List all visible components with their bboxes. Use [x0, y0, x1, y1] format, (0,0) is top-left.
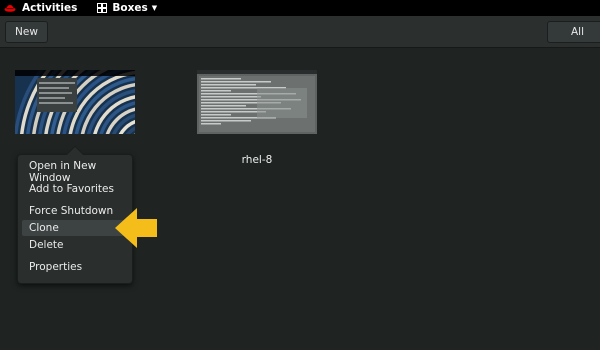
new-button[interactable]: New: [5, 21, 48, 43]
terminal-screenshot: [197, 70, 317, 134]
boxes-grid: rhel-8 Open in New Window Add to Favorit…: [0, 49, 600, 350]
chevron-down-icon: ▼: [151, 4, 158, 12]
boxes-icon: [97, 3, 108, 13]
box-thumbnail[interactable]: [197, 70, 317, 134]
box-thumbnail[interactable]: [15, 70, 135, 134]
all-button[interactable]: All: [547, 21, 600, 43]
box-label[interactable]: rhel-8: [197, 154, 317, 166]
menu-item-properties[interactable]: Properties: [22, 259, 130, 275]
menu-item-open-in-new-window[interactable]: Open in New Window: [22, 160, 130, 184]
top-bar: Activities Boxes ▼: [0, 0, 600, 16]
menu-item-add-to-favorites[interactable]: Add to Favorites: [22, 181, 130, 197]
activities-button[interactable]: Activities: [0, 0, 77, 16]
header-bar: New All: [0, 16, 600, 48]
redhat-logo-icon: [4, 2, 16, 14]
app-menu[interactable]: Boxes ▼: [97, 0, 157, 16]
app-menu-label: Boxes: [112, 2, 148, 14]
left-arrow-icon: [113, 206, 159, 250]
wallpaper-screenshot: [15, 70, 135, 134]
activities-label: Activities: [22, 2, 78, 14]
